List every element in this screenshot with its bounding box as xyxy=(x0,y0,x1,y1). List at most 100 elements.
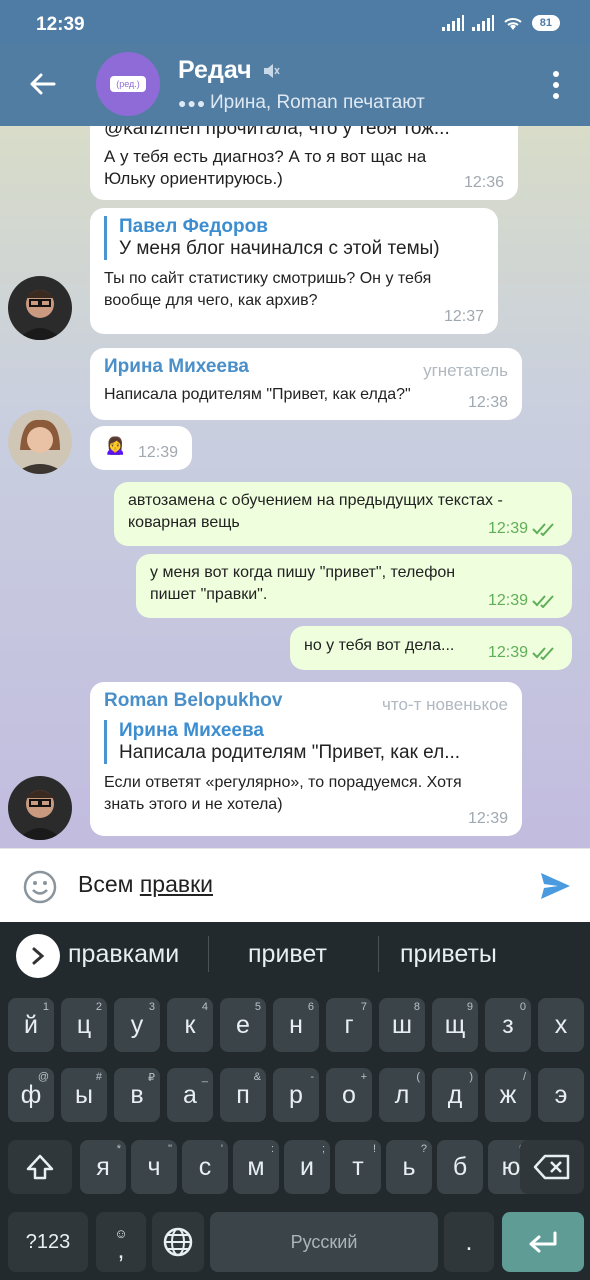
symbols-key[interactable]: ?123 xyxy=(8,1212,88,1272)
key-з[interactable]: з0 xyxy=(485,998,531,1052)
key-к[interactable]: к4 xyxy=(167,998,213,1052)
key-д[interactable]: д) xyxy=(432,1068,478,1122)
key-т[interactable]: т! xyxy=(335,1140,381,1194)
chat-title[interactable]: Редач xyxy=(178,56,252,85)
comma-key[interactable]: ☺ , xyxy=(96,1212,146,1272)
key-с[interactable]: с ' xyxy=(182,1140,228,1194)
key-н[interactable]: н6 xyxy=(273,998,319,1052)
key-hint: ? xyxy=(420,1143,427,1155)
key-hint: 1 xyxy=(42,1001,49,1013)
period-key[interactable]: . xyxy=(444,1212,494,1272)
key-о[interactable]: о + xyxy=(326,1068,372,1122)
more-menu-icon[interactable] xyxy=(552,70,560,100)
message-bubble[interactable]: Roman Belopukhov что-т новенькое Ирина М… xyxy=(90,682,522,836)
key-ч[interactable]: ч " xyxy=(131,1140,177,1194)
key-г[interactable]: г7 xyxy=(326,998,372,1052)
key-я[interactable]: я * xyxy=(80,1140,126,1194)
key-х[interactable]: х xyxy=(538,998,584,1052)
quoted-text: @kanzmen прочитала, что у тебя тож... xyxy=(104,126,450,139)
reply-author: Ирина Михеева xyxy=(119,720,264,741)
key-hint: ₽ xyxy=(148,1072,155,1084)
reply-author: Павел Федоров xyxy=(119,216,268,237)
message-bubble[interactable]: @kanzmen прочитала, что у тебя тож... А … xyxy=(90,126,518,200)
avatar-roman[interactable] xyxy=(8,776,72,840)
language-key[interactable] xyxy=(152,1212,204,1272)
key-hint: 5 xyxy=(254,1001,261,1013)
key-ы[interactable]: ы # xyxy=(61,1068,107,1122)
key-ж[interactable]: ж / xyxy=(485,1068,531,1122)
key-щ[interactable]: щ9 xyxy=(432,998,478,1052)
key-й[interactable]: й1 xyxy=(8,998,54,1052)
key-э[interactable]: э xyxy=(538,1068,584,1122)
group-avatar[interactable]: (ред.) xyxy=(96,52,160,116)
message-time: 12:38 xyxy=(467,394,508,411)
divider xyxy=(208,936,209,972)
message-input[interactable]: Всем правки xyxy=(78,871,213,898)
message-time: 12:39 xyxy=(467,810,508,827)
back-arrow-icon[interactable] xyxy=(28,70,56,98)
key-label: э xyxy=(554,1080,568,1109)
message-meta: 12:39 xyxy=(488,642,558,664)
status-icons: 81 xyxy=(441,15,560,31)
emoji-icon[interactable] xyxy=(22,869,58,905)
key-е[interactable]: е5 xyxy=(220,998,266,1052)
backspace-key[interactable] xyxy=(520,1140,584,1194)
key-б[interactable]: б xyxy=(437,1140,483,1194)
key-label: с xyxy=(198,1152,212,1181)
message-bubble-outgoing[interactable]: у меня вот когда пишу "привет", телефон … xyxy=(136,554,572,618)
send-icon[interactable] xyxy=(538,869,572,903)
key-label: ц xyxy=(76,1010,92,1039)
suggestion-expand-button[interactable] xyxy=(16,934,60,978)
message-list[interactable]: @kanzmen прочитала, что у тебя тож... А … xyxy=(0,126,590,848)
message-bubble-outgoing[interactable]: но у тебя вот дела... 12:39 xyxy=(290,626,572,670)
member-rank: угнетатель xyxy=(423,361,508,380)
avatar-pavel[interactable] xyxy=(8,276,72,340)
key-р[interactable]: р- xyxy=(273,1068,319,1122)
typing-text: Ирина, Roman печатают xyxy=(210,92,425,113)
chat-header: (ред.) Редач ●●● Ирина, Roman печатают xyxy=(0,44,590,126)
message-bubble[interactable]: 🙍‍♀️ 12:39 xyxy=(90,426,192,470)
reply-quote[interactable]: Павел Федоров У меня блог начинался с эт… xyxy=(104,216,484,260)
key-п[interactable]: п & xyxy=(220,1068,266,1122)
reply-quote[interactable]: Ирина Михеева Написала родителям "Привет… xyxy=(104,720,508,764)
key-label: у xyxy=(130,1010,144,1039)
key-label: ю xyxy=(501,1152,521,1181)
key-в[interactable]: в ₽ xyxy=(114,1068,160,1122)
wifi-icon xyxy=(504,18,522,30)
key-ш[interactable]: ш8 xyxy=(379,998,425,1052)
avatar-irina[interactable] xyxy=(8,410,72,474)
suggestion-3[interactable]: приветы xyxy=(400,940,497,969)
key-и[interactable]: и; xyxy=(284,1140,330,1194)
key-а[interactable]: а _ xyxy=(167,1068,213,1122)
key-label: ж xyxy=(499,1080,517,1109)
key-label: х xyxy=(554,1010,568,1039)
message-bubble[interactable]: Павел Федоров У меня блог начинался с эт… xyxy=(90,208,498,334)
message-text: но у тебя вот дела... xyxy=(304,637,455,654)
key-hint: / xyxy=(522,1071,526,1083)
status-time: 12:39 xyxy=(36,14,85,35)
read-check-icon xyxy=(532,647,554,660)
key-ф[interactable]: ф @ xyxy=(8,1068,54,1122)
suggestion-2[interactable]: привет xyxy=(248,940,327,969)
typing-dots-icon: ●●● xyxy=(178,95,207,111)
read-check-icon xyxy=(532,595,554,608)
key-hint: 4 xyxy=(201,1001,208,1013)
shift-key[interactable] xyxy=(8,1140,72,1194)
key-hint: 8 xyxy=(413,1001,420,1013)
key-ь[interactable]: ь? xyxy=(386,1140,432,1194)
key-label: п xyxy=(236,1080,250,1109)
suggestion-strip: правками привет приветы xyxy=(0,922,590,988)
message-bubble[interactable]: Ирина Михеева угнетатель Написала родите… xyxy=(90,348,522,420)
key-м[interactable]: м: xyxy=(233,1140,279,1194)
space-key[interactable]: Русский xyxy=(210,1212,438,1272)
chevron-right-icon xyxy=(32,947,45,965)
key-ц[interactable]: ц2 xyxy=(61,998,107,1052)
key-у[interactable]: у3 xyxy=(114,998,160,1052)
enter-key[interactable] xyxy=(502,1212,584,1272)
key-л[interactable]: л( xyxy=(379,1068,425,1122)
message-emoji: 🙍‍♀️ xyxy=(104,435,127,455)
suggestion-1[interactable]: правками xyxy=(68,940,179,969)
key-label: е xyxy=(236,1010,250,1039)
key-label: н xyxy=(289,1010,303,1039)
message-bubble-outgoing[interactable]: автозамена с обучением на предыдущих тек… xyxy=(114,482,572,546)
